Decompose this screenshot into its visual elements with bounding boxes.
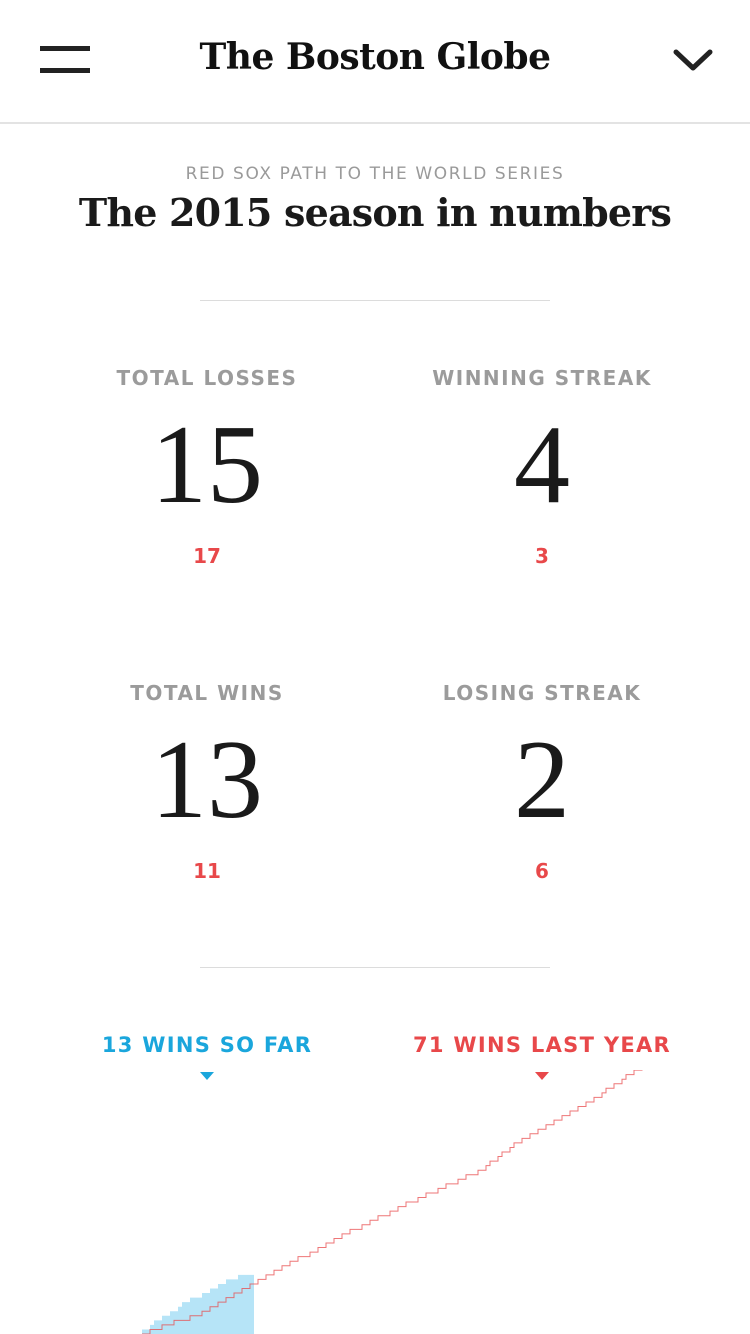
stat-label: TOTAL WINS xyxy=(130,681,284,705)
stat-value: 4 xyxy=(514,403,570,527)
stat-total-wins: TOTAL WINS 13 11 xyxy=(57,678,357,884)
legend-current-label: 13 WINS SO FAR xyxy=(101,1033,313,1057)
stat-last-year-value: 11 xyxy=(193,859,221,883)
divider-bottom xyxy=(200,967,550,968)
legend-last-year-label: 71 WINS LAST YEAR xyxy=(413,1033,671,1057)
stat-losing-streak: LOSING STREAK 2 6 xyxy=(392,678,692,884)
stat-total-losses: TOTAL LOSSES 15 17 xyxy=(57,363,357,569)
stat-last-year-value: 6 xyxy=(535,859,549,883)
current-season-wins-area xyxy=(142,1274,254,1334)
stat-winning-streak: WINNING STREAK 4 3 xyxy=(392,363,692,569)
site-header: The Boston Globe xyxy=(0,0,750,124)
cumulative-wins-chart xyxy=(142,1070,643,1334)
page-title: The 2015 season in numbers xyxy=(78,190,672,235)
stat-value: 2 xyxy=(514,718,570,842)
stat-last-year-value: 17 xyxy=(193,544,221,568)
stat-label: WINNING STREAK xyxy=(432,366,652,390)
stat-value: 15 xyxy=(151,403,263,527)
stat-value: 13 xyxy=(151,718,263,842)
boston-globe-logo[interactable]: The Boston Globe xyxy=(0,36,750,78)
stat-label: TOTAL LOSSES xyxy=(116,366,298,390)
stat-label: LOSING STREAK xyxy=(442,681,642,705)
divider-top xyxy=(200,300,550,301)
chevron-down-icon[interactable] xyxy=(672,44,714,76)
article-kicker: RED SOX PATH TO THE WORLD SERIES xyxy=(185,164,565,184)
stat-last-year-value: 3 xyxy=(535,544,549,568)
